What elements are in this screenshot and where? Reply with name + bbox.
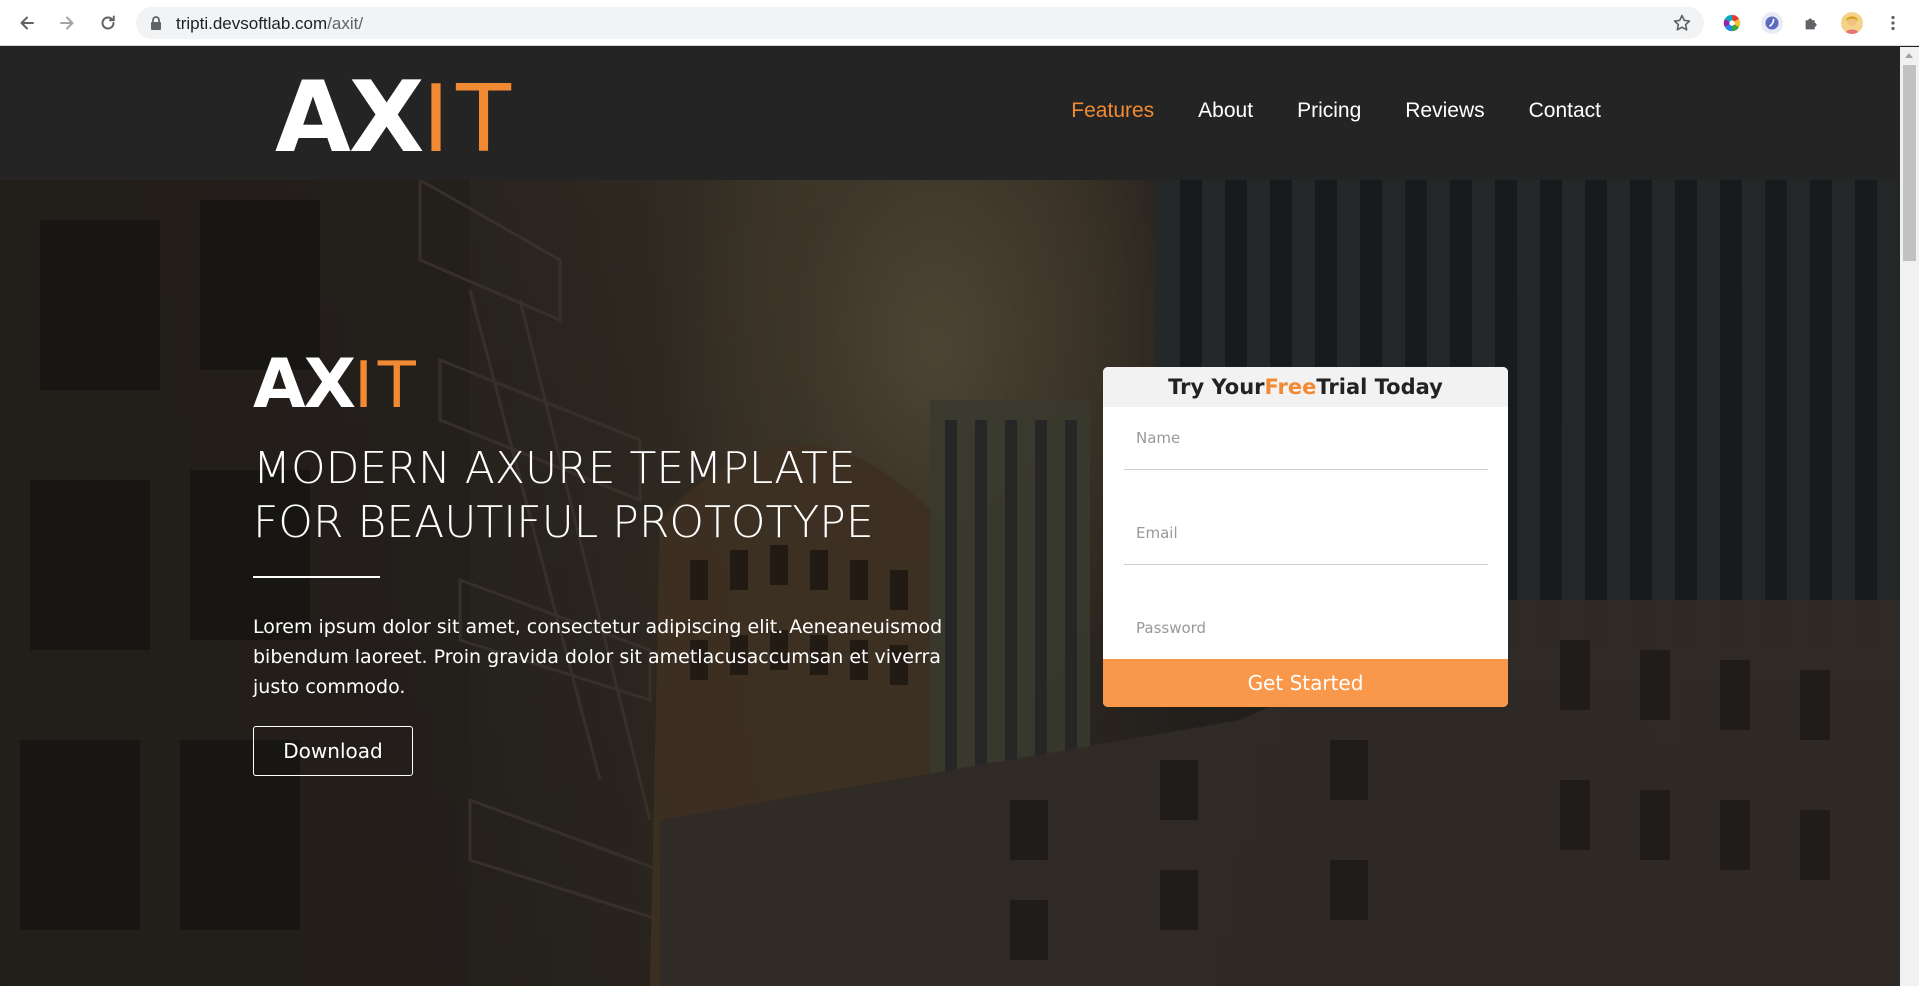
hero-logo-title: AXIT <box>253 348 421 421</box>
forward-arrow-icon[interactable] <box>55 11 79 35</box>
nav-link-about[interactable]: About <box>1198 99 1253 123</box>
hero-section: AXIT MODERN AXURE TEMPLATE FOR BEAUTIFUL… <box>0 180 1900 986</box>
puzzle-extension-icon[interactable] <box>1801 12 1823 34</box>
password-field <box>1124 597 1488 660</box>
hero-heading-line2: FOR BEAUTIFUL PROTOTYPE <box>253 497 874 548</box>
get-started-button[interactable]: Get Started <box>1103 659 1508 707</box>
site-header: AXIT Features About Pricing Reviews Cont… <box>0 47 1900 180</box>
trial-form-heading: Try Your Free Trial Today <box>1103 367 1508 407</box>
main-nav: Features About Pricing Reviews Contact <box>1071 99 1601 123</box>
scrollbar-thumb[interactable] <box>1903 65 1916 261</box>
star-icon[interactable] <box>1672 13 1692 33</box>
shield-extension-icon[interactable] <box>1761 12 1783 34</box>
logo-ax: AX <box>275 61 424 175</box>
name-input[interactable] <box>1124 407 1488 469</box>
nav-link-pricing[interactable]: Pricing <box>1297 99 1361 123</box>
trial-heading-post: Trial Today <box>1316 375 1443 399</box>
email-field <box>1124 502 1488 565</box>
url-text: tripti.devsoftlab.com/axit/ <box>176 14 363 34</box>
password-input[interactable] <box>1124 597 1488 659</box>
profile-avatar[interactable] <box>1841 12 1863 34</box>
logo-it: IT <box>422 62 518 172</box>
back-arrow-icon[interactable] <box>15 11 39 35</box>
download-button[interactable]: Download <box>253 726 413 776</box>
hero-heading-line1: MODERN AXURE TEMPLATE <box>253 443 856 494</box>
hero-heading: MODERN AXURE TEMPLATE FOR BEAUTIFUL PROT… <box>253 442 874 550</box>
free-trial-form: Try Your FreeTrial Today Get Started <box>1103 367 1508 707</box>
nav-link-contact[interactable]: Contact <box>1529 99 1601 123</box>
url-path: /axit/ <box>327 14 364 33</box>
kebab-menu-icon[interactable] <box>1882 12 1904 34</box>
hero-background-image <box>0 180 1900 986</box>
nav-link-reviews[interactable]: Reviews <box>1405 99 1484 123</box>
url-host: tripti.devsoftlab.com <box>176 14 328 33</box>
trial-heading-free: Free <box>1264 375 1317 399</box>
page-scrollbar[interactable] <box>1900 47 1919 986</box>
lock-icon <box>151 16 161 30</box>
hero-title-ax: AX <box>253 345 356 424</box>
color-wheel-extension-icon[interactable] <box>1721 12 1743 34</box>
hero-title-it: IT <box>354 346 421 422</box>
hero-divider <box>253 576 380 578</box>
scroll-up-arrow-icon[interactable] <box>1905 53 1913 58</box>
name-field <box>1124 407 1488 470</box>
browser-toolbar: tripti.devsoftlab.com/axit/ <box>0 0 1919 46</box>
email-input[interactable] <box>1124 502 1488 564</box>
hero-description: Lorem ipsum dolor sit amet, consectetur … <box>253 616 943 698</box>
address-bar[interactable]: tripti.devsoftlab.com/axit/ <box>136 7 1704 39</box>
nav-link-features[interactable]: Features <box>1071 99 1154 123</box>
reload-icon[interactable] <box>96 11 120 35</box>
trial-heading-pre: Try Your <box>1168 375 1265 399</box>
site-logo[interactable]: AXIT <box>275 68 518 167</box>
